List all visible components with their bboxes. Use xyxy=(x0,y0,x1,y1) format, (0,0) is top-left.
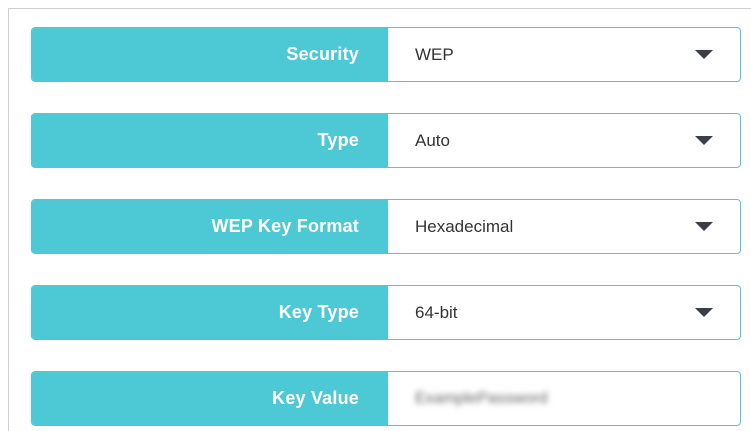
key-value-row: Key Value ExamplePassword xyxy=(31,371,741,426)
key-value-text: ExamplePassword xyxy=(415,389,548,407)
caret-down-icon xyxy=(695,136,713,145)
key-value-input[interactable]: ExamplePassword xyxy=(388,372,740,425)
key-type-value: 64-bit xyxy=(415,302,458,322)
key-value-label: Key Value xyxy=(32,372,388,425)
type-label: Type xyxy=(32,114,388,167)
wep-settings-panel: Security WEP Type Auto WEP Key Format He… xyxy=(8,8,751,431)
key-type-row: Key Type 64-bit xyxy=(31,285,741,340)
caret-down-icon xyxy=(695,308,713,317)
security-label: Security xyxy=(32,28,388,81)
type-row: Type Auto xyxy=(31,113,741,168)
wep-key-format-label: WEP Key Format xyxy=(32,200,388,253)
wep-key-format-select[interactable]: Hexadecimal xyxy=(388,200,740,253)
type-value: Auto xyxy=(415,130,450,150)
key-type-select[interactable]: 64-bit xyxy=(388,286,740,339)
security-value: WEP xyxy=(415,44,454,64)
caret-down-icon xyxy=(695,222,713,231)
security-row: Security WEP xyxy=(31,27,741,82)
wep-key-format-value: Hexadecimal xyxy=(415,216,514,236)
caret-down-icon xyxy=(695,50,713,59)
type-select[interactable]: Auto xyxy=(388,114,740,167)
security-select[interactable]: WEP xyxy=(388,28,740,81)
wep-key-format-row: WEP Key Format Hexadecimal xyxy=(31,199,741,254)
key-type-label: Key Type xyxy=(32,286,388,339)
